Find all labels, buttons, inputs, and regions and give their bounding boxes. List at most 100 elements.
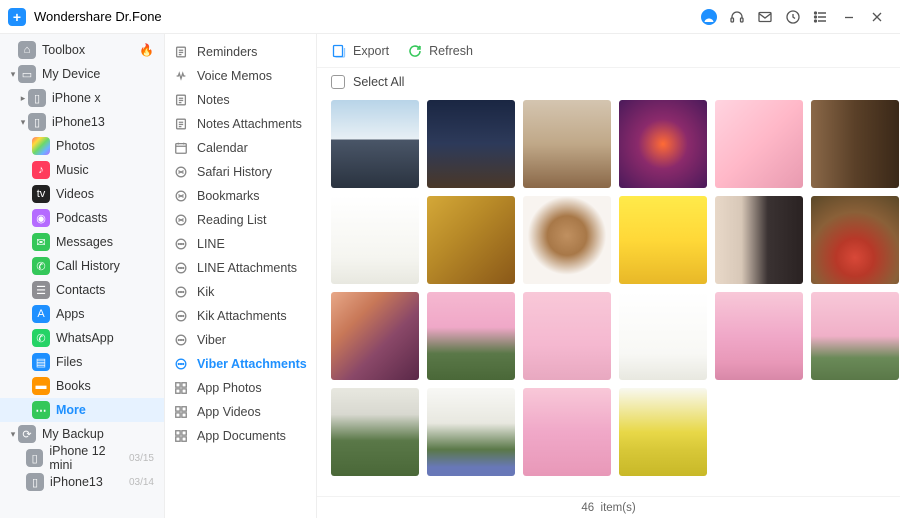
category-appphotos[interactable]: App Photos <box>165 376 316 400</box>
category-safari[interactable]: Safari History <box>165 160 316 184</box>
thumbnail[interactable] <box>331 196 419 284</box>
thumbnail[interactable] <box>715 292 803 380</box>
category-label: Kik Attachments <box>197 309 287 323</box>
contacts-icon: ☰ <box>32 281 50 299</box>
thumbnail[interactable] <box>427 292 515 380</box>
sidebar-label: Contacts <box>56 283 105 297</box>
sidebar-podcasts[interactable]: ◉Podcasts <box>0 206 164 230</box>
thumbnail[interactable] <box>427 196 515 284</box>
thumbnail[interactable] <box>331 388 419 476</box>
category-notes[interactable]: Notes <box>165 88 316 112</box>
headset-icon[interactable] <box>724 4 750 30</box>
sidebar-backup-1[interactable]: ▯iPhone 12 mini03/15 <box>0 446 164 470</box>
viberatt-icon <box>173 356 189 372</box>
calendar-icon <box>173 140 189 156</box>
category-kikatt[interactable]: Kik Attachments <box>165 304 316 328</box>
list-icon[interactable] <box>808 4 834 30</box>
sidebar-iphone13[interactable]: ▾▯ iPhone13 <box>0 110 164 134</box>
thumbnail[interactable] <box>811 292 899 380</box>
select-all-row: Select All <box>317 68 900 96</box>
chevron-down-icon: ▾ <box>8 429 18 440</box>
phone-icon: ▯ <box>26 449 43 467</box>
thumbnail[interactable] <box>715 196 803 284</box>
category-lineatt[interactable]: LINE Attachments <box>165 256 316 280</box>
thumbnail[interactable] <box>523 388 611 476</box>
main-content: Export Refresh Select All 46 item(s) <box>317 34 900 518</box>
category-bookmarks[interactable]: Bookmarks <box>165 184 316 208</box>
category-appvideos[interactable]: App Videos <box>165 400 316 424</box>
item-count: 46 <box>581 502 594 514</box>
flame-icon: 🔥 <box>139 43 154 57</box>
sidebar-videos[interactable]: tvVideos <box>0 182 164 206</box>
category-kik[interactable]: Kik <box>165 280 316 304</box>
thumbnail[interactable] <box>811 100 899 188</box>
category-label: Notes <box>197 93 230 107</box>
category-appdocs[interactable]: App Documents <box>165 424 316 448</box>
thumbnail[interactable] <box>427 388 515 476</box>
sidebar-mybackup[interactable]: ▾⟳ My Backup <box>0 422 164 446</box>
thumbnail[interactable] <box>523 292 611 380</box>
export-button[interactable]: Export <box>331 43 389 59</box>
minimize-icon[interactable] <box>836 4 862 30</box>
sidebar-messages[interactable]: ✉Messages <box>0 230 164 254</box>
sidebar-files[interactable]: ▤Files <box>0 350 164 374</box>
thumbnail[interactable] <box>619 196 707 284</box>
thumbnail[interactable] <box>523 196 611 284</box>
thumbnail[interactable] <box>331 100 419 188</box>
sidebar-call[interactable]: ✆Call History <box>0 254 164 278</box>
titlebar: + Wondershare Dr.Fone <box>0 0 900 34</box>
sidebar: ⌂ Toolbox 🔥 ▾▭ My Device ▸▯ iPhone x ▾▯ … <box>0 34 165 518</box>
sidebar-contacts[interactable]: ☰ Contacts <box>0 278 164 302</box>
line-icon <box>173 236 189 252</box>
close-icon[interactable] <box>864 4 890 30</box>
sidebar-apps[interactable]: AApps <box>0 302 164 326</box>
sidebar-photos[interactable]: Photos <box>0 134 164 158</box>
sidebar-label: iPhone 12 mini <box>49 444 129 472</box>
grid-scroll[interactable] <box>317 96 900 496</box>
thumbnail[interactable] <box>811 196 899 284</box>
kik-icon <box>173 284 189 300</box>
refresh-button[interactable]: Refresh <box>407 43 473 59</box>
refresh-icon <box>407 43 423 59</box>
category-notesatt[interactable]: Notes Attachments <box>165 112 316 136</box>
export-label: Export <box>353 44 389 58</box>
sidebar-mydevice[interactable]: ▾▭ My Device <box>0 62 164 86</box>
select-all-checkbox[interactable] <box>331 75 345 89</box>
appdocs-icon <box>173 428 189 444</box>
category-calendar[interactable]: Calendar <box>165 136 316 160</box>
thumbnail[interactable] <box>619 100 707 188</box>
sidebar-label: My Device <box>42 67 100 81</box>
thumbnail[interactable] <box>619 292 707 380</box>
sidebar-iphonex[interactable]: ▸▯ iPhone x <box>0 86 164 110</box>
sidebar-whatsapp[interactable]: ✆WhatsApp <box>0 326 164 350</box>
category-reading[interactable]: Reading List <box>165 208 316 232</box>
category-label: Reminders <box>197 45 257 59</box>
thumbnail[interactable] <box>715 100 803 188</box>
mail-icon[interactable] <box>752 4 778 30</box>
category-reminders[interactable]: Reminders <box>165 40 316 64</box>
sidebar-books[interactable]: ▬Books <box>0 374 164 398</box>
category-line[interactable]: LINE <box>165 232 316 256</box>
thumbnail[interactable] <box>427 100 515 188</box>
history-icon[interactable] <box>780 4 806 30</box>
sidebar-toolbox[interactable]: ⌂ Toolbox 🔥 <box>0 38 164 62</box>
category-voicememos[interactable]: Voice Memos <box>165 64 316 88</box>
reminders-icon <box>173 44 189 60</box>
sidebar-label: Call History <box>56 259 120 273</box>
account-icon[interactable] <box>696 4 722 30</box>
chevron-down-icon: ▾ <box>18 117 28 128</box>
appphotos-icon <box>173 380 189 396</box>
sidebar-more[interactable]: ⋯More <box>0 398 164 422</box>
category-viber[interactable]: Viber <box>165 328 316 352</box>
thumbnail[interactable] <box>331 292 419 380</box>
sidebar-label: Podcasts <box>56 211 107 225</box>
category-label: Voice Memos <box>197 69 272 83</box>
thumbnail[interactable] <box>523 100 611 188</box>
category-viberatt[interactable]: Viber Attachments <box>165 352 316 376</box>
toolbox-icon: ⌂ <box>18 41 36 59</box>
notes-icon <box>173 92 189 108</box>
device-icon: ▭ <box>18 65 36 83</box>
thumbnail[interactable] <box>619 388 707 476</box>
sidebar-backup-2[interactable]: ▯iPhone1303/14 <box>0 470 164 494</box>
sidebar-music[interactable]: ♪Music <box>0 158 164 182</box>
